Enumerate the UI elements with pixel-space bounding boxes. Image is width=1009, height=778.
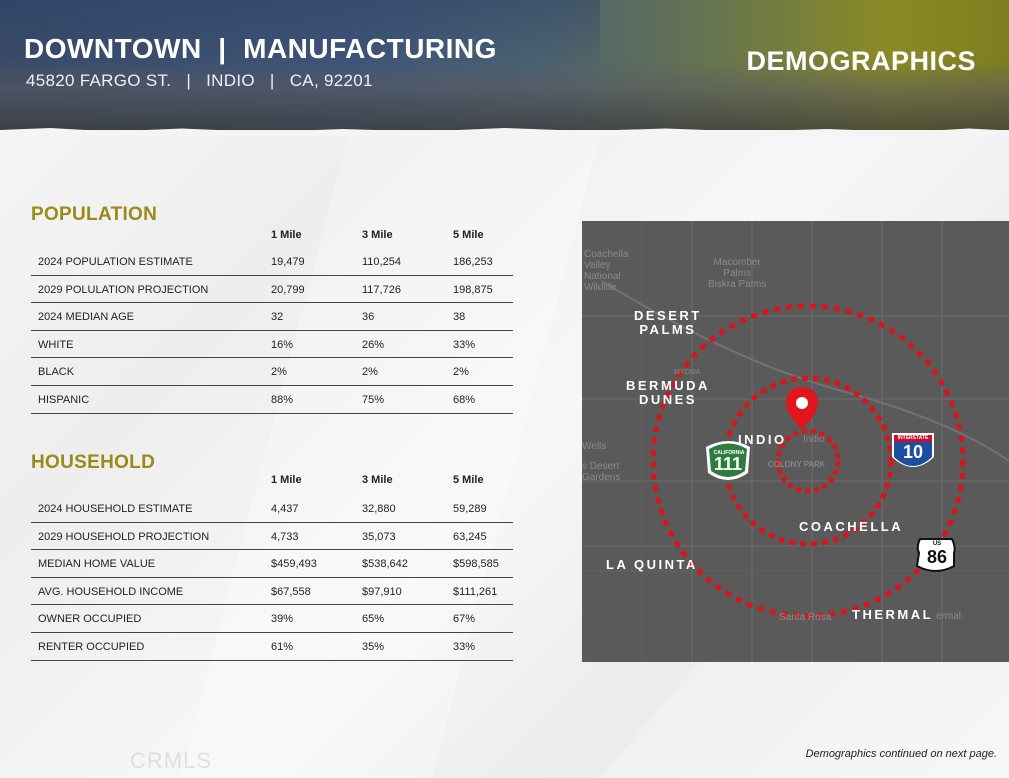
- row-label: 2029 POLULATION PROJECTION: [38, 283, 209, 296]
- table-row: 2024 POPULATION ESTIMATE 19,479 110,254 …: [31, 248, 513, 276]
- value-3-mile: 35,073: [362, 530, 396, 543]
- value-5-mile: 59,289: [453, 503, 487, 515]
- table-row: MEDIAN HOME VALUE $459,493 $538,642 $598…: [31, 550, 513, 578]
- map-label-bermuda-dunes: BERMUDA DUNES: [626, 378, 710, 407]
- value-3-mile: $538,642: [362, 558, 408, 571]
- population-col-3-mile: 3 Mile: [362, 229, 393, 241]
- value-5-mile: 33%: [453, 338, 476, 351]
- row-label: MEDIAN HOME VALUE: [38, 558, 156, 571]
- value-1-mile: 32: [271, 311, 284, 324]
- table-row: 2029 POLULATION PROJECTION 20,799 117,72…: [31, 276, 513, 304]
- value-1-mile: 39%: [271, 613, 294, 626]
- map-label-thermal: THERMAL: [852, 607, 934, 622]
- value-1-mile: $459,493: [271, 558, 317, 571]
- value-3-mile: 2%: [362, 366, 378, 379]
- value-1-mile: $67,558: [271, 585, 311, 598]
- population-heading: POPULATION: [31, 204, 158, 225]
- table-row: RENTER OCCUPIED 61% 35% 33%: [31, 633, 513, 661]
- table-row: 2029 HOUSEHOLD PROJECTION 4,733 35,073 6…: [31, 523, 513, 551]
- household-heading: HOUSEHOLD: [31, 452, 156, 473]
- table-row: AVG. HOUSEHOLD INCOME $67,558 $97,910 $1…: [31, 578, 513, 606]
- row-label: AVG. HOUSEHOLD INCOME: [38, 585, 184, 598]
- household-col-3-mile: 3 Mile: [362, 474, 393, 486]
- map-roads: [582, 221, 1009, 662]
- property-address: 45820 FARGO ST. | INDIO | CA, 92201: [26, 71, 373, 90]
- map-label-desert-palms: DESERT PALMS: [634, 308, 702, 337]
- row-label: WHITE: [38, 338, 74, 351]
- header-banner: DOWNTOWN | MANUFACTURING 45820 FARGO ST.…: [0, 0, 1009, 130]
- value-1-mile: 4,733: [271, 530, 299, 543]
- row-label: 2024 POPULATION ESTIMATE: [38, 256, 193, 268]
- row-label: OWNER OCCUPIED: [38, 613, 142, 626]
- value-1-mile: 2%: [271, 366, 287, 379]
- row-label: BLACK: [38, 366, 75, 379]
- map-faint-thermal-small: ermal: [936, 611, 962, 622]
- value-3-mile: 117,726: [362, 283, 401, 296]
- population-table: 2024 POPULATION ESTIMATE 19,479 110,254 …: [31, 248, 513, 414]
- value-3-mile: 65%: [362, 613, 385, 626]
- map-faint-desert-gardens: s Desert Gardens: [582, 461, 621, 483]
- row-label: 2024 MEDIAN AGE: [38, 311, 134, 324]
- value-3-mile: 36: [362, 311, 375, 324]
- value-1-mile: 19,479: [271, 256, 305, 268]
- population-col-1-mile: 1 Mile: [271, 229, 302, 241]
- value-3-mile: 75%: [362, 393, 385, 406]
- value-1-mile: 61%: [271, 640, 294, 653]
- map-label-indio: INDIO: [738, 432, 787, 447]
- value-5-mile: 38: [453, 311, 466, 324]
- table-row: 2024 HOUSEHOLD ESTIMATE 4,437 32,880 59,…: [31, 495, 513, 523]
- us-shield-number: 86: [926, 547, 948, 567]
- row-label: RENTER OCCUPIED: [38, 640, 145, 653]
- value-1-mile: 88%: [271, 393, 294, 406]
- household-col-5-mile: 5 Mile: [453, 474, 484, 486]
- table-row: WHITE 16% 26% 33%: [31, 331, 513, 359]
- map-faint-colony-park: COLONY PARK: [768, 460, 826, 469]
- map-faint-wells: Wells: [582, 441, 607, 452]
- map-graphics: [582, 221, 1009, 662]
- row-label: 2024 HOUSEHOLD ESTIMATE: [38, 503, 193, 515]
- household-col-1-mile: 1 Mile: [271, 474, 302, 486]
- value-5-mile: 2%: [453, 366, 469, 379]
- value-1-mile: 4,437: [271, 503, 299, 515]
- interstate-shield-caption: INTERSTATE: [897, 435, 929, 441]
- table-row: 2024 MEDIAN AGE 32 36 38: [31, 303, 513, 331]
- watermark: CRMLS: [130, 748, 213, 773]
- map-faint-indio-small: Indio: [803, 434, 825, 445]
- continued-footnote: Demographics continued on next page.: [805, 748, 997, 760]
- map-faint-coachella-valley: Coachella Valley National Wildlife: [584, 249, 629, 293]
- map-faint-santa-rosa: Santa Rosa: [779, 612, 832, 623]
- value-1-mile: 20,799: [271, 283, 305, 296]
- row-label: HISPANIC: [38, 393, 90, 406]
- ca-shield-number: 111: [713, 454, 743, 474]
- value-5-mile: 33%: [453, 640, 476, 653]
- interstate-shield-number: 10: [902, 442, 924, 462]
- row-label: 2029 HOUSEHOLD PROJECTION: [38, 530, 210, 543]
- value-5-mile: 67%: [453, 613, 476, 626]
- location-map: DESERT PALMS BERMUDA DUNES INDIO COACHEL…: [582, 221, 1009, 662]
- table-row: HISPANIC 88% 75% 68%: [31, 386, 513, 414]
- table-row: BLACK 2% 2% 2%: [31, 358, 513, 386]
- value-5-mile: 68%: [453, 393, 476, 406]
- value-3-mile: 32,880: [362, 503, 396, 515]
- value-1-mile: 16%: [271, 338, 294, 351]
- map-faint-myoma: MYOMA: [674, 369, 701, 376]
- value-5-mile: 186,253: [453, 256, 493, 268]
- value-5-mile: $111,261: [453, 585, 498, 598]
- household-table: 2024 HOUSEHOLD ESTIMATE 4,437 32,880 59,…: [31, 495, 513, 661]
- value-5-mile: 198,875: [453, 283, 493, 296]
- value-3-mile: $97,910: [362, 585, 402, 598]
- table-row: OWNER OCCUPIED 39% 65% 67%: [31, 605, 513, 633]
- section-title: DEMOGRAPHICS: [746, 46, 976, 76]
- map-faint-macomber: Macomber Palms Biskra Palms: [708, 257, 767, 290]
- value-3-mile: 26%: [362, 338, 385, 351]
- map-label-coachella: COACHELLA: [799, 519, 904, 534]
- population-col-5-mile: 5 Mile: [453, 229, 484, 241]
- value-3-mile: 35%: [362, 640, 385, 653]
- value-3-mile: 110,254: [362, 256, 401, 268]
- value-5-mile: $598,585: [453, 558, 499, 571]
- page-title: DOWNTOWN | MANUFACTURING: [24, 33, 497, 64]
- location-pin-icon: [786, 387, 818, 429]
- map-label-la-quinta: LA QUINTA: [606, 557, 698, 572]
- value-5-mile: 63,245: [453, 530, 487, 543]
